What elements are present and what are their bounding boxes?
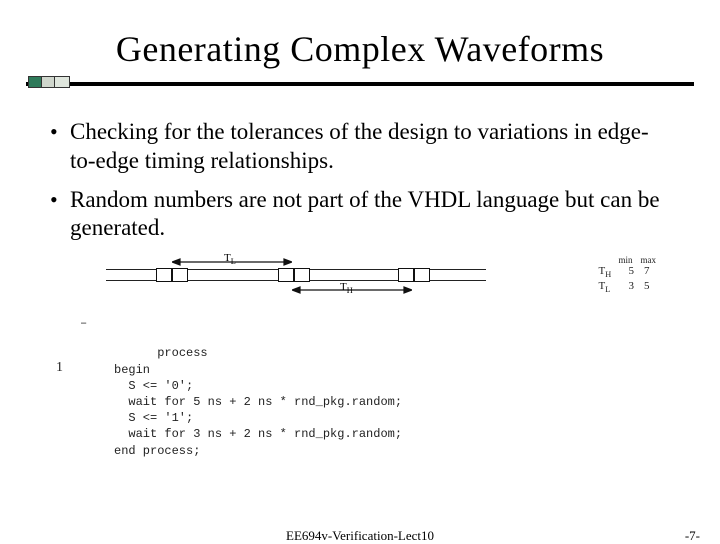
edge-cell [278,268,294,282]
code-line: process [157,346,207,360]
vhdl-code: – 1process begin S <= '0'; wait for 5 ns… [106,313,666,459]
bullet-list: Checking for the tolerances of the desig… [36,118,684,243]
cell-max: 5 [644,280,650,295]
decorative-boxes [28,76,67,88]
footer-center: EE694v-Verification-Lect10 [286,528,434,544]
edge-cell [414,268,430,282]
th-text: T [340,281,347,293]
horizontal-rule [26,82,694,86]
row-label: TL [598,280,618,295]
bullet-item: Random numbers are not part of the VHDL … [70,186,664,244]
tl-text: T [224,252,231,264]
bullet-item: Checking for the tolerances of the desig… [70,118,664,176]
code-line: S <= '1'; [114,411,193,425]
col-min: min [618,255,632,265]
table-row: TH 5 7 [598,265,656,280]
row-label: TH [598,265,618,280]
code-line: wait for 5 ns + 2 ns * rnd_pkg.random; [114,395,402,409]
footer-page-number: -7- [685,528,700,544]
timing-table: min max TH 5 7 TL 3 5 [598,255,656,295]
cell-min: 5 [628,265,634,280]
th-sub: H [347,286,353,295]
cell-max: 7 [644,265,650,280]
tl-label: TL [224,252,236,266]
dash-marker: – [80,315,87,331]
slide-title: Generating Complex Waveforms [36,28,684,70]
cell-min: 3 [628,280,634,295]
tl-sub: L [231,257,236,266]
decor-box [54,76,70,88]
figure-number: 1 [56,359,63,378]
edge-cell [398,268,414,282]
col-max: max [641,255,657,265]
edge-cell [294,268,310,282]
timing-diagram: TL TH min max TH 5 7 [106,257,666,459]
slide: Generating Complex Waveforms Checking fo… [0,0,720,540]
title-rule [36,76,684,96]
code-line: S <= '0'; [114,379,193,393]
table-header: min max [598,255,656,265]
edge-cell [156,268,172,282]
th-label: TH [340,281,353,295]
code-line: end process; [114,444,200,458]
table-row: TL 3 5 [598,280,656,295]
code-line: wait for 3 ns + 2 ns * rnd_pkg.random; [114,427,402,441]
edge-cell [172,268,188,282]
timing-waveform: TL TH min max TH 5 7 [106,257,666,301]
code-line: begin [114,363,150,377]
